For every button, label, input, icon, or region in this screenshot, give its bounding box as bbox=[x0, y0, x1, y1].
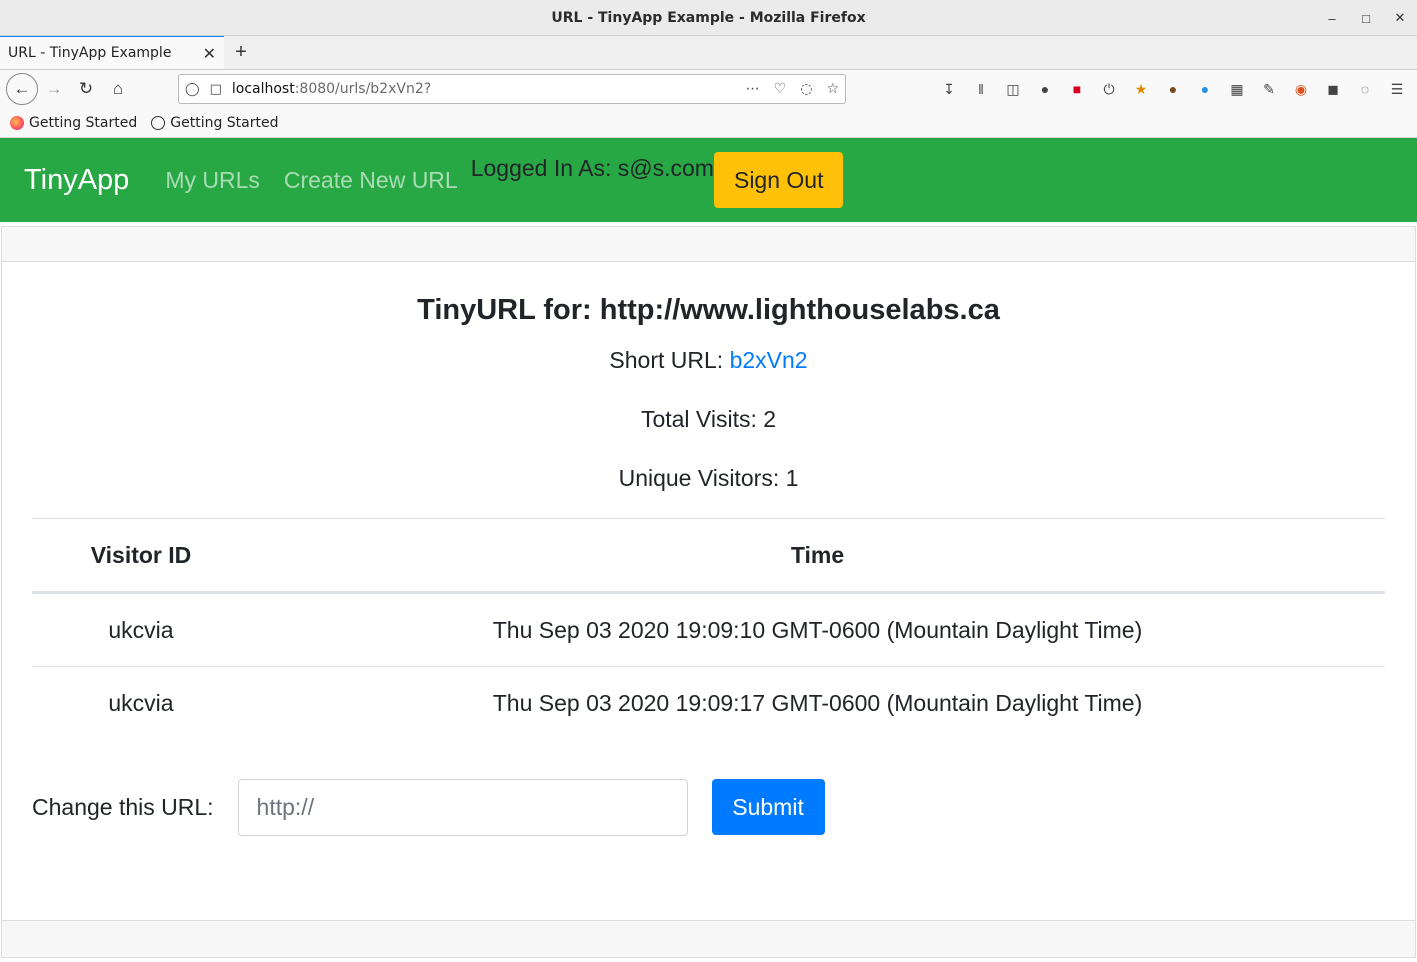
card-header bbox=[2, 227, 1415, 262]
bookmarks-bar: Getting Started Getting Started bbox=[0, 108, 1417, 138]
url-host: localhost bbox=[231, 81, 295, 97]
submit-button[interactable]: Submit bbox=[711, 779, 825, 835]
reload-icon[interactable]: ↻ bbox=[70, 73, 102, 105]
bookmark-getting-started-2[interactable]: Getting Started bbox=[151, 114, 279, 131]
tab-close-icon[interactable]: ✕ bbox=[203, 44, 216, 63]
minimize-icon[interactable]: – bbox=[1315, 11, 1349, 26]
account-icon[interactable]: ● bbox=[1035, 79, 1055, 99]
nav-create-new-url[interactable]: Create New URL bbox=[284, 167, 458, 194]
tab-strip: URL - TinyApp Example ✕ + bbox=[0, 35, 1417, 70]
browser-toolbar: ← → ↻ ⌂ ◯ □ localhost:8080/urls/b2xVn2? … bbox=[0, 70, 1417, 108]
visitor-id-cell: ukcvia bbox=[32, 666, 250, 741]
extension-dark-icon[interactable]: ◼ bbox=[1323, 79, 1343, 99]
forward-icon[interactable]: → bbox=[38, 73, 70, 105]
globe-icon bbox=[151, 115, 166, 130]
short-url-label: Short URL: bbox=[609, 347, 730, 373]
extension-red-icon[interactable]: ■ bbox=[1067, 79, 1087, 99]
new-tab-icon[interactable]: + bbox=[224, 35, 258, 69]
bookmark-label: Getting Started bbox=[170, 114, 279, 131]
pocket-icon[interactable]: ♡ bbox=[774, 81, 787, 97]
browser-tab[interactable]: URL - TinyApp Example ✕ bbox=[0, 35, 224, 69]
app-navbar: TinyApp My URLs Create New URL Logged In… bbox=[0, 138, 1417, 222]
brand-link[interactable]: TinyApp bbox=[24, 164, 129, 197]
card-body: TinyURL for: http://www.lighthouselabs.c… bbox=[2, 294, 1415, 836]
bookmark-star-icon[interactable]: ☆ bbox=[826, 81, 839, 97]
time-cell: Thu Sep 03 2020 19:09:17 GMT-0600 (Mount… bbox=[250, 666, 1385, 741]
page-icon: □ bbox=[209, 81, 222, 97]
library-icon[interactable]: ‖ bbox=[971, 79, 991, 99]
new-url-input[interactable] bbox=[237, 778, 688, 836]
logged-in-text: Logged In As: s@s.com bbox=[470, 154, 714, 181]
url-path: :8080/urls/b2xVn2? bbox=[294, 81, 432, 97]
menu-icon[interactable]: ☰ bbox=[1387, 79, 1407, 99]
download-icon[interactable]: ↧ bbox=[939, 79, 959, 99]
visitor-id-cell: ukcvia bbox=[108, 616, 174, 643]
power-icon[interactable]: ⏻ bbox=[1099, 79, 1119, 99]
bookmark-getting-started[interactable]: Getting Started bbox=[10, 115, 137, 131]
url-card: TinyURL for: http://www.lighthouselabs.c… bbox=[1, 226, 1416, 958]
window-titlebar: URL - TinyApp Example - Mozilla Firefox … bbox=[0, 0, 1417, 36]
toolbar-icons: ↧ ‖ ◫ ● ■ ⏻ ★ ● ● ▦ ✎ ◉ ◼ ◌ ☰ bbox=[939, 79, 1413, 99]
column-header-visitor-id: Visitor ID bbox=[32, 518, 250, 594]
bookmark-label: Getting Started bbox=[29, 114, 138, 131]
column-header-time: Time bbox=[250, 518, 1385, 594]
sidebar-icon[interactable]: ◫ bbox=[1003, 79, 1023, 99]
time-cell: Thu Sep 03 2020 19:09:10 GMT-0600 (Mount… bbox=[492, 616, 1143, 643]
cookie-icon[interactable]: ● bbox=[1163, 79, 1183, 99]
shield-icon[interactable]: ◯ bbox=[185, 82, 200, 97]
page-title: TinyURL for: http://www.lighthouselabs.c… bbox=[417, 294, 1000, 326]
home-icon[interactable]: ⌂ bbox=[102, 73, 134, 105]
table-row: ukcvia Thu Sep 03 2020 19:09:17 GMT-0600… bbox=[32, 666, 1385, 741]
address-bar[interactable]: ◯ □ localhost:8080/urls/b2xVn2? ⋯ ♡ ◌ ☆ bbox=[178, 74, 846, 104]
extension-pen-icon[interactable]: ✎ bbox=[1259, 79, 1279, 99]
screenshot-icon[interactable]: ▦ bbox=[1227, 79, 1247, 99]
spinner-icon: ◌ bbox=[1360, 81, 1370, 97]
unique-visitors: Unique Visitors: 1 bbox=[618, 465, 799, 491]
window-title: URL - TinyApp Example - Mozilla Firefox bbox=[551, 9, 866, 26]
maximize-icon[interactable]: □ bbox=[1349, 11, 1383, 26]
tab-label: URL - TinyApp Example bbox=[8, 45, 172, 61]
back-icon[interactable]: ← bbox=[6, 73, 38, 105]
more-actions-icon[interactable]: ⋯ bbox=[746, 81, 760, 97]
window-controls: – □ ✕ bbox=[1315, 0, 1417, 36]
change-url-form: Change this URL: Submit bbox=[32, 778, 1385, 836]
change-url-label: Change this URL: bbox=[32, 793, 214, 820]
firefox-icon bbox=[10, 115, 24, 130]
card-footer bbox=[2, 920, 1415, 957]
short-url-link[interactable]: b2xVn2 bbox=[730, 347, 808, 373]
short-url-line: Short URL: b2xVn2 bbox=[32, 347, 1385, 374]
extension-dot-icon[interactable]: ◉ bbox=[1291, 79, 1311, 99]
extension-orange-icon[interactable]: ★ bbox=[1131, 79, 1151, 99]
close-window-icon[interactable]: ✕ bbox=[1383, 10, 1417, 26]
visits-table: Visitor ID Time ukcvia Thu Sep 03 2020 1… bbox=[32, 518, 1385, 741]
total-visits: Total Visits: 2 bbox=[640, 406, 777, 432]
table-row: ukcvia Thu Sep 03 2020 19:09:10 GMT-0600… bbox=[32, 593, 1385, 667]
sign-out-button[interactable]: Sign Out bbox=[713, 152, 844, 208]
loading-icon: ◌ bbox=[800, 81, 813, 97]
nav-my-urls[interactable]: My URLs bbox=[165, 167, 260, 194]
extension-blue-icon[interactable]: ● bbox=[1195, 79, 1215, 99]
